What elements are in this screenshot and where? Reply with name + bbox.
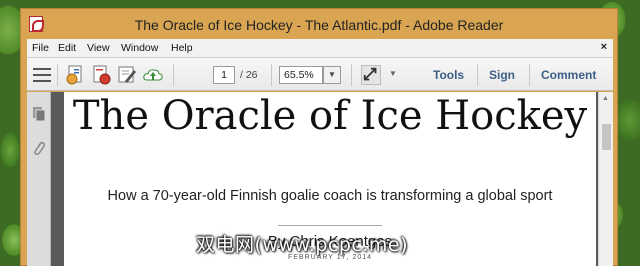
watermark: 双电网(www.pcpc.me) (196, 234, 408, 256)
toolbar-separator (477, 64, 478, 86)
page-total: / 26 (240, 69, 258, 81)
scrollbar-thumb[interactable] (602, 124, 611, 150)
more-tools-chevron-icon[interactable]: ▼ (389, 69, 397, 78)
scroll-up-icon[interactable]: ▲ (602, 95, 609, 102)
reader-window: The Oracle of Ice Hockey - The Atlantic.… (20, 8, 618, 266)
pages-panel-icon[interactable] (32, 106, 46, 122)
zoom-input[interactable]: 65.5% (279, 66, 323, 84)
toolbar-separator (351, 64, 352, 86)
cloud-upload-icon[interactable] (142, 64, 164, 86)
create-pdf-icon[interactable] (64, 64, 86, 86)
article-subhead: How a 70-year-old Finnish goalie coach i… (107, 188, 553, 204)
menu-window[interactable]: Window (121, 42, 158, 54)
menu-view[interactable]: View (87, 42, 110, 54)
toolbar: 1 / 26 65.5% ▼ ▼ Tools Sign Comment (27, 57, 613, 91)
close-document-icon[interactable]: × (601, 41, 607, 53)
menu-file[interactable]: File (32, 42, 49, 54)
toolbar-separator (529, 64, 530, 86)
toolbar-separator (173, 64, 174, 86)
toolbar-separator (57, 64, 58, 86)
chevron-down-icon[interactable]: ▼ (323, 66, 341, 84)
page-number-input[interactable]: 1 (213, 66, 235, 84)
article-headline: The Oracle of Ice Hockey (72, 93, 588, 139)
menu-edit[interactable]: Edit (58, 42, 76, 54)
toolbar-separator (271, 64, 272, 86)
title-bar[interactable]: The Oracle of Ice Hockey - The Atlantic.… (21, 9, 617, 39)
edit-icon[interactable] (116, 64, 138, 86)
paperclip-icon[interactable] (32, 140, 46, 156)
vertical-scrollbar[interactable]: ▲ (598, 92, 613, 266)
comment-button[interactable]: Comment (541, 68, 596, 82)
sign-button[interactable]: Sign (489, 68, 515, 82)
hamburger-icon[interactable] (31, 64, 53, 86)
menu-help[interactable]: Help (171, 42, 193, 54)
navigation-pane (27, 92, 51, 266)
menu-bar: File Edit View Window Help × (27, 39, 613, 57)
export-pdf-icon[interactable] (90, 64, 112, 86)
tools-button[interactable]: Tools (433, 68, 464, 82)
divider (278, 225, 382, 226)
window-title: The Oracle of Ice Hockey - The Atlantic.… (134, 17, 504, 33)
expand-icon[interactable] (361, 65, 381, 85)
